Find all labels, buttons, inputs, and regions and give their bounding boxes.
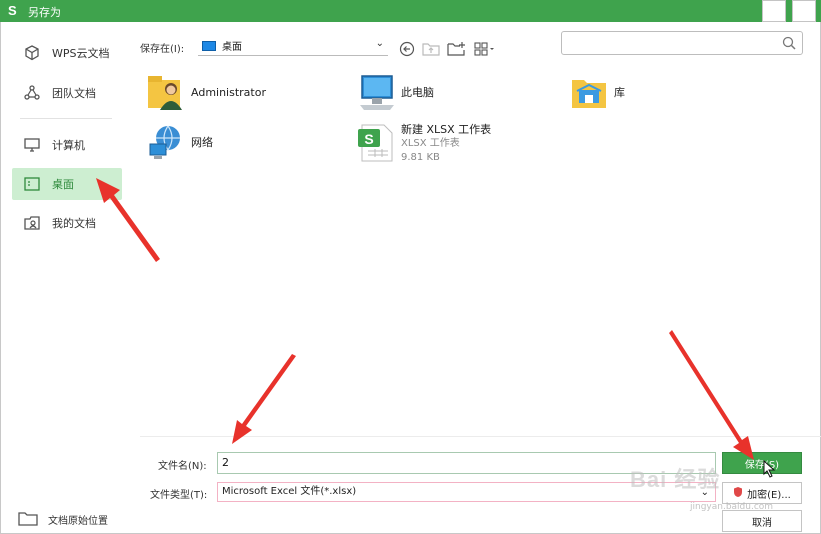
file-name: 库	[614, 86, 625, 99]
grid-view-icon	[474, 42, 494, 56]
search-icon	[781, 35, 797, 51]
file-item-this-pc[interactable]: 此电脑	[355, 71, 434, 113]
desktop-small-icon	[202, 40, 216, 51]
cube-icon	[22, 44, 42, 62]
sidebar-item-computer[interactable]: 计算机	[12, 130, 122, 160]
sidebar-item-wps-cloud[interactable]: WPS云文档	[12, 38, 122, 68]
filetype-value: Microsoft Excel 文件(*.xlsx)	[222, 486, 357, 497]
title-bar: S 另存为 ◻ ✕	[0, 0, 821, 22]
sidebar-item-original-location[interactable]: 文档原始位置	[18, 510, 108, 529]
location-value: 桌面	[222, 42, 242, 53]
xlsx-file-icon: S	[355, 122, 397, 164]
file-item-network[interactable]: 网络	[145, 121, 213, 163]
file-item-administrator[interactable]: Administrator	[145, 71, 266, 113]
watermark: Bai 经验	[630, 467, 721, 492]
up-folder-icon	[422, 43, 440, 56]
file-name: 此电脑	[401, 86, 434, 99]
network-icon	[145, 121, 187, 163]
sidebar-item-my-docs[interactable]: 我的文档	[12, 208, 122, 238]
sidebar-item-label: 计算机	[52, 139, 85, 152]
library-folder-icon	[568, 71, 610, 113]
sidebar-divider	[20, 118, 112, 119]
file-name: Administrator	[191, 85, 266, 99]
user-folder-icon	[145, 71, 187, 113]
save-in-label: 保存在(I):	[140, 44, 185, 55]
wps-logo: S	[8, 3, 17, 18]
filetype-label: 文件类型(T):	[150, 490, 208, 501]
svg-text:S: S	[364, 131, 373, 147]
sidebar-item-label: WPS云文档	[52, 47, 110, 60]
filename-label: 文件名(N):	[158, 461, 207, 472]
cancel-button[interactable]: 取消	[722, 510, 802, 532]
close-icon: ✕	[798, 3, 810, 19]
back-icon	[399, 41, 415, 57]
sidebar-item-label: 我的文档	[52, 217, 96, 230]
close-button[interactable]: ✕	[792, 0, 816, 22]
file-name: 新建 XLSX 工作表	[401, 123, 492, 136]
up-folder-button[interactable]	[420, 40, 442, 58]
sidebar-item-desktop[interactable]: 桌面	[12, 168, 122, 200]
chevron-down-icon: ⌄	[375, 38, 384, 49]
view-mode-button[interactable]	[472, 40, 498, 58]
original-location-label: 文档原始位置	[48, 516, 108, 527]
desktop-icon	[22, 175, 42, 193]
divider	[140, 436, 821, 437]
sidebar-item-label: 桌面	[52, 178, 74, 191]
sidebar-item-team-docs[interactable]: 团队文档	[12, 78, 122, 108]
computer-icon	[355, 71, 397, 113]
encrypt-button[interactable]: 加密(E)...	[722, 482, 802, 504]
shield-icon	[733, 486, 743, 501]
file-size: 9.81 KB	[401, 152, 440, 163]
file-name: 网络	[191, 136, 213, 149]
mouse-cursor-icon	[763, 460, 776, 478]
monitor-icon	[22, 136, 42, 154]
watermark-url: jingyan.baidu.com	[690, 502, 774, 512]
encrypt-label: 加密(E)...	[747, 489, 791, 501]
maximize-icon: ◻	[769, 4, 779, 18]
file-item-library[interactable]: 库	[568, 71, 625, 113]
file-type: XLSX 工作表	[401, 138, 460, 149]
window-title: 另存为	[28, 6, 61, 19]
folder-icon	[18, 510, 38, 529]
team-icon	[22, 84, 42, 102]
my-docs-icon	[22, 214, 42, 232]
search-input[interactable]	[561, 31, 803, 55]
sidebar-item-label: 团队文档	[52, 87, 96, 100]
maximize-button[interactable]: ◻	[762, 0, 786, 22]
location-dropdown[interactable]: 桌面 ⌄	[198, 36, 388, 56]
file-item-new-xlsx[interactable]: S 新建 XLSX 工作表 XLSX 工作表 9.81 KB	[355, 121, 491, 165]
new-folder-icon	[447, 42, 465, 56]
back-button[interactable]	[396, 40, 418, 58]
new-folder-button[interactable]	[445, 40, 467, 58]
